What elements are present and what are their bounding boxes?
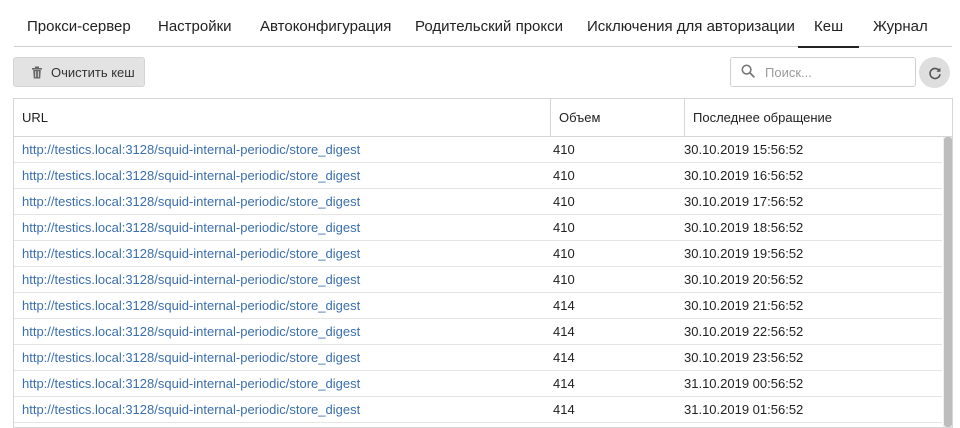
size-cell: 414 (553, 298, 575, 313)
table-row[interactable]: http://testics.local:3128/squid-internal… (14, 241, 942, 267)
last-access-cell: 30.10.2019 15:56:52 (684, 142, 804, 157)
last-access-cell: 31.10.2019 01:56:52 (684, 402, 804, 417)
url-link[interactable]: http://testics.local:3128/squid-internal… (22, 189, 360, 214)
trash-icon (29, 64, 45, 80)
table-row[interactable]: http://testics.local:3128/squid-internal… (14, 397, 942, 423)
last-access-cell: 30.10.2019 22:56:52 (684, 324, 804, 339)
url-link[interactable]: http://testics.local:3128/squid-internal… (22, 241, 360, 266)
tab-parent-proxy[interactable]: Родительский прокси (415, 0, 563, 47)
refresh-icon (928, 66, 942, 80)
size-cell: 414 (553, 324, 575, 339)
table-row[interactable]: http://testics.local:3128/squid-internal… (14, 319, 942, 345)
size-cell: 410 (553, 142, 575, 157)
url-link[interactable]: http://testics.local:3128/squid-internal… (22, 137, 360, 162)
url-link[interactable]: http://testics.local:3128/squid-internal… (22, 293, 360, 318)
cache-table: URL Объем Последнее обращение http://tes… (13, 98, 953, 428)
size-cell: 414 (553, 376, 575, 391)
tab-bar: Прокси-сервер Настройки Автоконфигурация… (14, 0, 952, 48)
last-access-cell: 30.10.2019 20:56:52 (684, 272, 804, 287)
tab-autoconfig[interactable]: Автоконфигурация (260, 0, 391, 47)
clear-cache-button[interactable]: Очистить кеш (13, 57, 145, 87)
search-input[interactable] (765, 64, 905, 80)
last-access-cell: 30.10.2019 21:56:52 (684, 298, 804, 313)
table-row[interactable]: http://testics.local:3128/squid-internal… (14, 267, 942, 293)
url-link[interactable]: http://testics.local:3128/squid-internal… (22, 319, 360, 344)
column-header-size[interactable]: Объем (551, 99, 685, 136)
last-access-cell: 30.10.2019 19:56:52 (684, 246, 804, 261)
table-row[interactable]: http://testics.local:3128/squid-internal… (14, 345, 942, 371)
url-link[interactable]: http://testics.local:3128/squid-internal… (22, 163, 360, 188)
size-cell: 410 (553, 220, 575, 235)
url-link[interactable]: http://testics.local:3128/squid-internal… (22, 267, 360, 292)
tab-proxy-server[interactable]: Прокси-сервер (27, 0, 131, 47)
vertical-scrollbar[interactable] (943, 137, 952, 427)
table-body: http://testics.local:3128/squid-internal… (14, 137, 942, 423)
url-link[interactable]: http://testics.local:3128/squid-internal… (22, 371, 360, 396)
size-cell: 414 (553, 402, 575, 417)
last-access-cell: 31.10.2019 00:56:52 (684, 376, 804, 391)
refresh-button[interactable] (919, 57, 950, 88)
size-cell: 414 (553, 350, 575, 365)
size-cell: 410 (553, 194, 575, 209)
table-header: URL Объем Последнее обращение (14, 99, 952, 137)
column-header-url[interactable]: URL (14, 99, 551, 136)
url-link[interactable]: http://testics.local:3128/squid-internal… (22, 215, 360, 240)
table-row[interactable]: http://testics.local:3128/squid-internal… (14, 137, 942, 163)
last-access-cell: 30.10.2019 16:56:52 (684, 168, 804, 183)
table-row[interactable]: http://testics.local:3128/squid-internal… (14, 215, 942, 241)
size-cell: 410 (553, 272, 575, 287)
url-link[interactable]: http://testics.local:3128/squid-internal… (22, 345, 360, 370)
table-row[interactable]: http://testics.local:3128/squid-internal… (14, 371, 942, 397)
tab-auth-exceptions[interactable]: Исключения для авторизации (587, 0, 795, 47)
last-access-cell: 30.10.2019 23:56:52 (684, 350, 804, 365)
table-row[interactable]: http://testics.local:3128/squid-internal… (14, 163, 942, 189)
clear-cache-label: Очистить кеш (51, 64, 135, 80)
tab-cache[interactable]: Кеш (797, 0, 860, 48)
column-header-last-access[interactable]: Последнее обращение (685, 99, 952, 136)
size-cell: 410 (553, 168, 575, 183)
size-cell: 410 (553, 246, 575, 261)
search-icon (741, 64, 757, 80)
tab-settings[interactable]: Настройки (158, 0, 232, 47)
table-row[interactable]: http://testics.local:3128/squid-internal… (14, 189, 942, 215)
url-link[interactable]: http://testics.local:3128/squid-internal… (22, 397, 360, 422)
tab-log[interactable]: Журнал (873, 0, 928, 47)
last-access-cell: 30.10.2019 18:56:52 (684, 220, 804, 235)
last-access-cell: 30.10.2019 17:56:52 (684, 194, 804, 209)
search-box (730, 57, 916, 87)
scrollbar-thumb[interactable] (944, 137, 952, 427)
table-row[interactable]: http://testics.local:3128/squid-internal… (14, 293, 942, 319)
